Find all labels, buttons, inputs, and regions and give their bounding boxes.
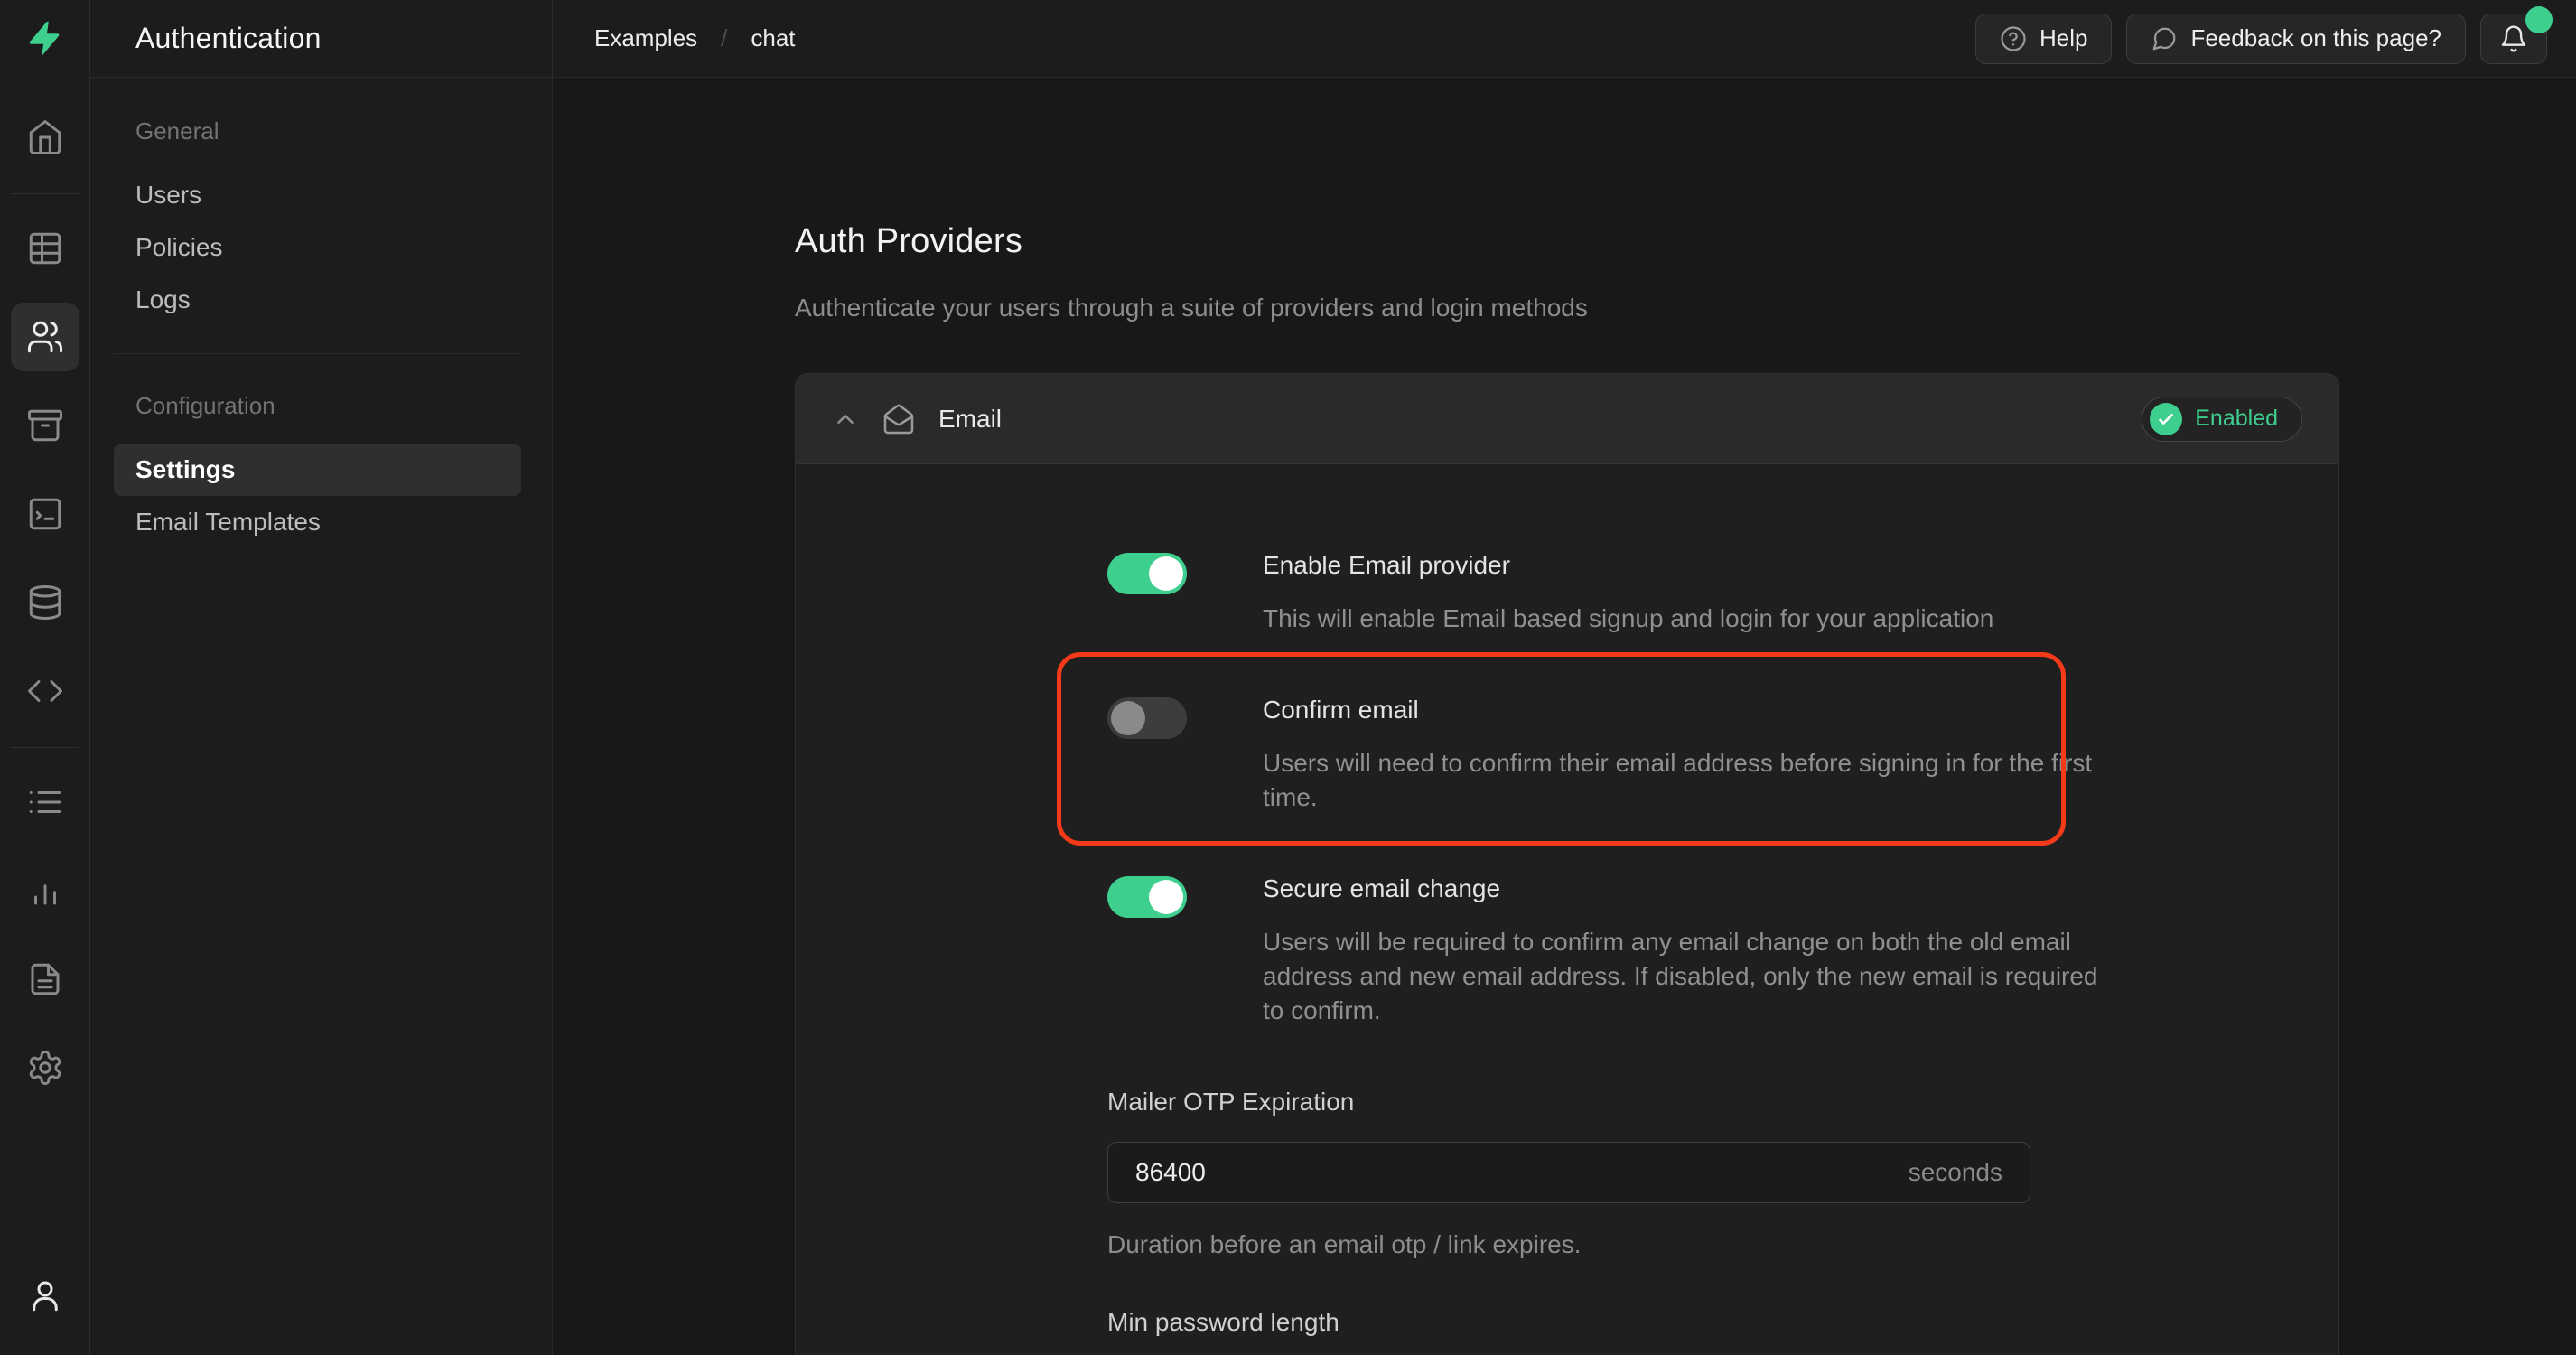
rail-logs[interactable] bbox=[11, 768, 79, 836]
rail-api[interactable] bbox=[11, 657, 79, 725]
topbar-actions: Help Feedback on this page? bbox=[1975, 14, 2547, 64]
row-text: Enable Email provider This will enable E… bbox=[1263, 551, 1993, 636]
check-circle-icon bbox=[2150, 403, 2182, 435]
confirm-email-toggle[interactable] bbox=[1107, 697, 1187, 739]
rail-divider bbox=[11, 193, 79, 194]
row-title: Confirm email bbox=[1263, 696, 2103, 724]
sidebar-item-logs[interactable]: Logs bbox=[114, 274, 521, 326]
section-header-general: General bbox=[114, 117, 521, 145]
row-text: Secure email change Users will be requir… bbox=[1263, 874, 2103, 1028]
help-circle-icon bbox=[2000, 25, 2027, 52]
rail-account[interactable] bbox=[11, 1261, 79, 1330]
rail-docs[interactable] bbox=[11, 945, 79, 1014]
speech-bubble-icon bbox=[2151, 25, 2178, 52]
breadcrumb-project[interactable]: chat bbox=[751, 24, 795, 52]
sidebar: Authentication General Users Policies Lo… bbox=[90, 0, 553, 1355]
status-badge: Enabled bbox=[2142, 397, 2302, 442]
table-editor-icon bbox=[26, 229, 64, 267]
row-description: Users will need to confirm their email a… bbox=[1263, 746, 2103, 815]
chevron-up-icon bbox=[832, 406, 859, 433]
content-area: Auth Providers Authenticate your users t… bbox=[553, 78, 2576, 1355]
storage-archive-icon bbox=[26, 406, 64, 444]
rail-storage[interactable] bbox=[11, 391, 79, 460]
rail-home[interactable] bbox=[11, 103, 79, 172]
mailer-otp-expiration-field: Mailer OTP Expiration seconds Duration b… bbox=[1107, 1088, 2104, 1259]
gear-icon bbox=[26, 1049, 64, 1087]
sidebar-item-users[interactable]: Users bbox=[114, 169, 521, 221]
status-badge-label: Enabled bbox=[2195, 406, 2278, 432]
bell-icon bbox=[2499, 24, 2528, 53]
breadcrumb-separator: / bbox=[721, 24, 727, 52]
rail-database[interactable] bbox=[11, 568, 79, 637]
toggle-knob bbox=[1149, 880, 1183, 914]
field-label: Min password length bbox=[1107, 1308, 2104, 1337]
help-label: Help bbox=[2039, 24, 2087, 52]
rail-reports[interactable] bbox=[11, 856, 79, 925]
terminal-icon bbox=[26, 495, 64, 533]
section-header-configuration: Configuration bbox=[114, 392, 521, 420]
email-provider-body: Enable Email provider This will enable E… bbox=[796, 464, 2338, 1355]
toggle-knob bbox=[1111, 701, 1145, 735]
row-description: This will enable Email based signup and … bbox=[1263, 602, 1993, 636]
rail-sql-editor[interactable] bbox=[11, 480, 79, 548]
email-provider-header[interactable]: Email Enabled bbox=[796, 374, 2338, 464]
notifications-button[interactable] bbox=[2480, 14, 2547, 64]
mail-open-icon bbox=[882, 403, 915, 435]
help-button[interactable]: Help bbox=[1975, 14, 2112, 64]
secure-email-change-row: Secure email change Users will be requir… bbox=[1107, 874, 2104, 1028]
provider-name: Email bbox=[938, 405, 1002, 434]
rail-table-editor[interactable] bbox=[11, 214, 79, 283]
user-icon bbox=[26, 1276, 64, 1314]
field-suffix: seconds bbox=[1909, 1158, 2002, 1187]
feedback-label: Feedback on this page? bbox=[2190, 24, 2441, 52]
breadcrumb: Examples / chat bbox=[594, 24, 796, 52]
sidebar-menu: General Users Policies Logs Configuratio… bbox=[90, 78, 552, 548]
code-icon bbox=[26, 672, 64, 710]
secure-email-change-toggle[interactable] bbox=[1107, 876, 1187, 918]
field-helper: Duration before an email otp / link expi… bbox=[1107, 1230, 2104, 1259]
page-title: Authentication bbox=[90, 0, 552, 78]
sidebar-divider bbox=[114, 353, 521, 354]
icon-rail bbox=[0, 0, 90, 1355]
list-icon bbox=[26, 783, 64, 821]
main-column: Examples / chat Help Feedback on this pa… bbox=[553, 0, 2576, 1355]
row-description: Users will be required to confirm any em… bbox=[1263, 925, 2103, 1028]
database-icon bbox=[26, 584, 64, 621]
home-icon bbox=[26, 118, 64, 156]
auth-providers-heading: Auth Providers bbox=[795, 222, 2576, 261]
bar-chart-icon bbox=[26, 872, 64, 910]
rail-settings[interactable] bbox=[11, 1033, 79, 1102]
supabase-logo-icon[interactable] bbox=[24, 18, 66, 60]
users-icon bbox=[26, 318, 64, 356]
document-icon bbox=[26, 960, 64, 998]
field-label: Mailer OTP Expiration bbox=[1107, 1088, 2104, 1117]
min-password-length-field: Min password length Users will not be ab… bbox=[1107, 1308, 2104, 1355]
auth-providers-subtitle: Authenticate your users through a suite … bbox=[795, 294, 2576, 322]
row-title: Enable Email provider bbox=[1263, 551, 1993, 580]
field-input-wrap: seconds bbox=[1107, 1142, 2030, 1203]
confirm-email-row: Confirm email Users will need to confirm… bbox=[1107, 696, 2104, 815]
sidebar-item-email-templates[interactable]: Email Templates bbox=[114, 496, 521, 548]
mailer-otp-expiration-input[interactable] bbox=[1135, 1158, 1909, 1187]
enable-email-provider-row: Enable Email provider This will enable E… bbox=[1107, 551, 2104, 636]
email-provider-card: Email Enabled Enable Email provider This… bbox=[795, 373, 2339, 1355]
sidebar-item-policies[interactable]: Policies bbox=[114, 221, 521, 274]
sidebar-item-settings[interactable]: Settings bbox=[114, 444, 521, 496]
toggle-knob bbox=[1149, 556, 1183, 591]
notification-dot bbox=[2525, 6, 2553, 33]
row-title: Secure email change bbox=[1263, 874, 2103, 903]
rail-divider bbox=[11, 747, 79, 748]
breadcrumb-org[interactable]: Examples bbox=[594, 24, 697, 52]
rail-authentication[interactable] bbox=[11, 303, 79, 371]
enable-email-provider-toggle[interactable] bbox=[1107, 553, 1187, 594]
feedback-button[interactable]: Feedback on this page? bbox=[2126, 14, 2466, 64]
topbar: Examples / chat Help Feedback on this pa… bbox=[553, 0, 2576, 78]
row-text: Confirm email Users will need to confirm… bbox=[1263, 696, 2103, 815]
